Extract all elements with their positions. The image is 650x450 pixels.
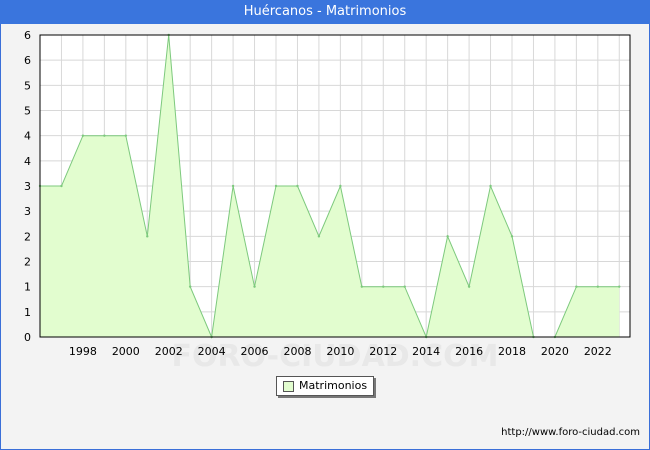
x-tick-label: 2008 [283, 345, 311, 358]
x-tick-label: 2002 [155, 345, 183, 358]
y-tick-label: 4 [24, 130, 31, 143]
data-point [296, 184, 299, 188]
source-url: http://www.foro-ciudad.com [501, 427, 640, 438]
data-point [575, 285, 578, 288]
x-tick-label: 2010 [326, 345, 354, 358]
x-axis-ticks: 1998 2000 2002 2004 2006 2008 2010 2012 2014 2016… [69, 345, 612, 358]
x-tick-label: 2022 [584, 345, 612, 358]
y-tick-label: 6 [24, 29, 31, 42]
data-point [382, 285, 385, 288]
x-tick-label: 2020 [541, 345, 569, 358]
data-point [510, 235, 514, 238]
y-tick-label: 6 [24, 54, 31, 67]
legend-swatch [283, 381, 294, 392]
x-tick-label: 2000 [112, 345, 140, 358]
x-tick-label: 1998 [69, 345, 97, 358]
data-point [60, 184, 63, 188]
data-point [124, 134, 128, 137]
y-tick-label: 5 [24, 105, 31, 118]
data-point [146, 235, 149, 238]
y-tick-label: 1 [24, 281, 31, 294]
data-point [446, 235, 449, 238]
x-tick-label: 2006 [241, 345, 269, 358]
data-point [317, 235, 321, 238]
y-tick-label: 2 [24, 230, 31, 243]
data-point [339, 184, 342, 188]
data-point [274, 184, 278, 188]
x-tick-label: 2012 [369, 345, 397, 358]
x-tick-label: 2018 [498, 345, 526, 358]
y-tick-label: 3 [24, 205, 31, 218]
x-tick-label: 2016 [455, 345, 483, 358]
data-point [489, 184, 492, 188]
legend: Matrimonios [276, 376, 374, 396]
y-axis-ticks: 0 1 1 2 2 3 3 4 4 5 5 6 6 [24, 29, 31, 344]
data-point [188, 285, 192, 288]
data-point [618, 285, 621, 288]
y-tick-label: 2 [24, 256, 31, 269]
data-point [596, 285, 600, 288]
x-tick-label: 2014 [412, 345, 440, 358]
data-point [103, 134, 106, 137]
legend-label: Matrimonios [299, 379, 368, 392]
x-tick-label: 2004 [198, 345, 226, 358]
y-tick-label: 0 [24, 331, 31, 344]
y-tick-label: 3 [24, 180, 31, 193]
data-point [253, 285, 256, 288]
y-tick-label: 5 [24, 79, 31, 92]
y-tick-label: 1 [24, 306, 31, 319]
data-point [360, 285, 364, 288]
data-point [231, 184, 235, 188]
y-tick-label: 4 [24, 155, 31, 168]
data-point [81, 134, 85, 137]
data-point [467, 285, 471, 288]
data-point [403, 285, 406, 288]
